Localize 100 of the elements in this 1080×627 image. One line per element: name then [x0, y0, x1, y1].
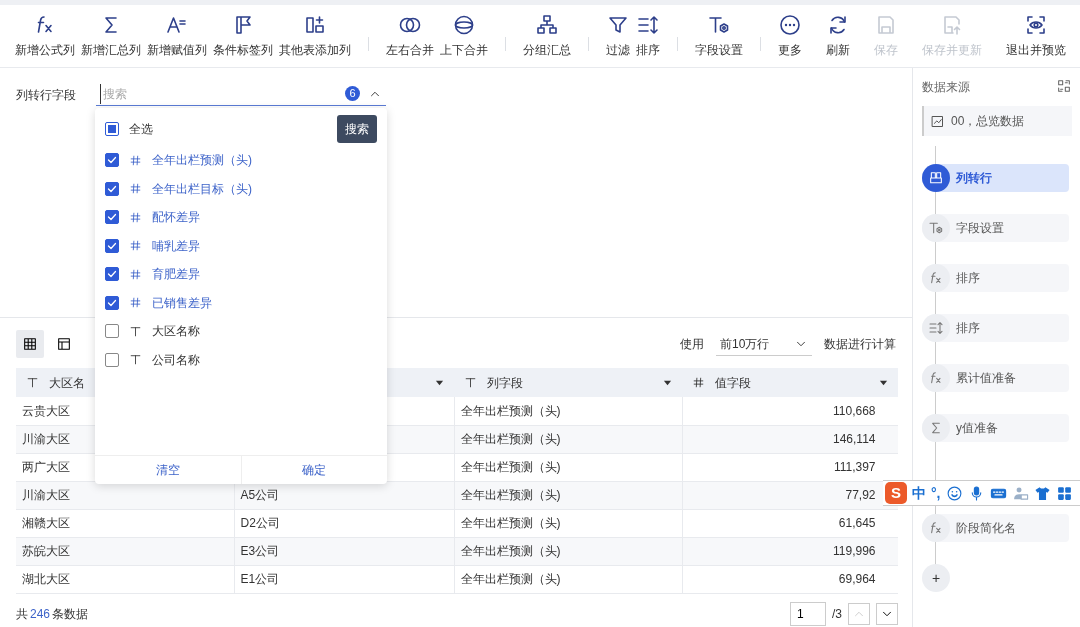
toolbar-button[interactable]: 退出并预览	[1003, 13, 1069, 59]
add-step-button[interactable]: +	[922, 564, 950, 592]
checkbox[interactable]	[105, 352, 119, 367]
dialog-button[interactable]: 清空	[95, 456, 241, 484]
sort-icon	[636, 13, 660, 37]
flow-step[interactable]: 累计值准备	[922, 364, 1069, 392]
hash-icon	[129, 182, 142, 196]
table-cell: E1公司	[240, 572, 280, 586]
sort-icon	[928, 320, 944, 336]
panel-title: 数据来源	[922, 79, 970, 96]
hash-icon	[692, 376, 705, 389]
search-button[interactable]: 搜索	[337, 115, 377, 143]
view-toggle[interactable]	[16, 330, 44, 358]
flow-step[interactable]: 列转行	[922, 164, 1069, 192]
text-type-icon	[129, 324, 142, 338]
header-label: 大区名	[49, 374, 85, 392]
table-cell: 全年出栏预测（头)	[460, 488, 561, 502]
shirt-icon	[1033, 484, 1051, 502]
table-cell: 146,114	[833, 432, 876, 446]
checkbox[interactable]	[105, 210, 119, 225]
checkbox[interactable]	[105, 238, 119, 253]
checkbox[interactable]	[105, 122, 119, 136]
option-label: 大区名称	[152, 323, 200, 341]
checkbox[interactable]	[105, 153, 119, 168]
table-cell: 111,397	[833, 460, 876, 474]
hierarchy-icon	[535, 13, 559, 37]
option-label: 育肥差异	[152, 266, 200, 284]
preview-icon	[1024, 13, 1048, 37]
dialog-button[interactable]: 确定	[240, 456, 387, 484]
table-cell: 全年出栏预测（头)	[460, 460, 561, 474]
hash-icon	[129, 267, 142, 281]
flow-step[interactable]: 字段设置	[922, 214, 1069, 242]
toolbar-button[interactable]: 更多	[775, 13, 805, 59]
toolbar-button[interactable]: 左右合并	[383, 13, 437, 59]
table-cell: 两广大区	[22, 460, 70, 474]
table-cell: 川渝大区	[22, 488, 70, 502]
option-label: 全年出栏预测（头)	[152, 152, 252, 170]
table-cell: 119,996	[833, 544, 876, 558]
option-label: 哺乳差异	[152, 237, 200, 255]
text-type-icon	[26, 376, 39, 389]
layout-view-icon	[56, 335, 72, 353]
toolbar-button[interactable]: 分组汇总	[520, 13, 574, 59]
hash-icon	[129, 210, 142, 224]
toolbar-button[interactable]: 过滤	[603, 13, 633, 59]
hash-icon	[129, 296, 142, 310]
compute-label: 数据进行计算	[824, 336, 896, 353]
table-cell: 湘赣大区	[22, 516, 70, 530]
checkbox[interactable]	[105, 324, 119, 339]
toolbar-button[interactable]: 上下合并	[437, 13, 491, 59]
table-cell: 苏皖大区	[22, 544, 70, 558]
text-type-icon	[129, 353, 142, 367]
checkbox[interactable]	[105, 181, 119, 196]
table-cell: 69,964	[838, 572, 876, 586]
rows-select[interactable]: 前10万行	[716, 332, 812, 356]
header-label: 值字段	[715, 374, 751, 392]
toolbar-button[interactable]: 其他表添加列	[276, 13, 354, 59]
toolbar-button[interactable]: 新增赋值列	[144, 13, 210, 59]
option-label: 全年出栏目标（头)	[152, 180, 252, 198]
table-cell: 全年出栏预测（头)	[460, 572, 561, 586]
checkbox[interactable]	[105, 267, 119, 282]
circles-icon	[452, 13, 476, 37]
page-total: /3	[832, 606, 842, 623]
toolbar-button[interactable]: 新增汇总列	[78, 13, 144, 59]
pivot-icon	[928, 170, 944, 186]
text-type-icon	[464, 376, 477, 389]
option-label: 全选	[129, 121, 153, 138]
formula-icon	[928, 370, 944, 386]
toolbar-button[interactable]: 新增公式列	[12, 13, 78, 59]
toolbar-button[interactable]: 刷新	[823, 13, 853, 59]
field-settings-icon	[928, 220, 944, 236]
checkbox[interactable]	[105, 295, 119, 310]
formula-icon	[928, 270, 944, 286]
option-label: 已销售差异	[152, 294, 212, 312]
ime-mode-button[interactable]: 中	[912, 482, 926, 504]
table-cell: 云贵大区	[22, 403, 70, 418]
flow-step[interactable]: 排序	[922, 314, 1069, 342]
page-input[interactable]: 1	[790, 602, 826, 626]
toolbar-button[interactable]: 条件标签列	[210, 13, 276, 59]
column-header[interactable]: 值字段	[682, 368, 898, 397]
grid-view-icon	[22, 335, 38, 353]
chart-icon	[930, 113, 945, 129]
flow-step[interactable]: y值准备	[922, 414, 1069, 442]
table-cell: D2公司	[240, 516, 280, 530]
more-icon	[778, 13, 802, 37]
hash-icon	[129, 239, 142, 253]
apps-grid-icon	[1055, 484, 1073, 502]
toolbar-button[interactable]: 排序	[633, 13, 663, 59]
table-cell: 110,668	[833, 403, 876, 418]
flow-step[interactable]: 排序	[922, 264, 1069, 292]
table-cell: 全年出栏预测（头)	[460, 403, 561, 418]
punctuation-button[interactable]: °,	[931, 482, 941, 504]
data-source-card[interactable]: 00，总览数据	[922, 106, 1072, 136]
emoji-icon	[945, 484, 963, 502]
flow-step[interactable]: 阶段简化名	[922, 514, 1069, 542]
column-header[interactable]: 列字段	[454, 368, 682, 397]
table-cell: 湖北大区	[22, 572, 70, 586]
table-cell: 61,645	[838, 516, 876, 530]
toolbar-button[interactable]: 字段设置	[692, 13, 746, 59]
table-cell: E3公司	[240, 544, 280, 558]
field-label: 列转行字段	[16, 87, 76, 104]
